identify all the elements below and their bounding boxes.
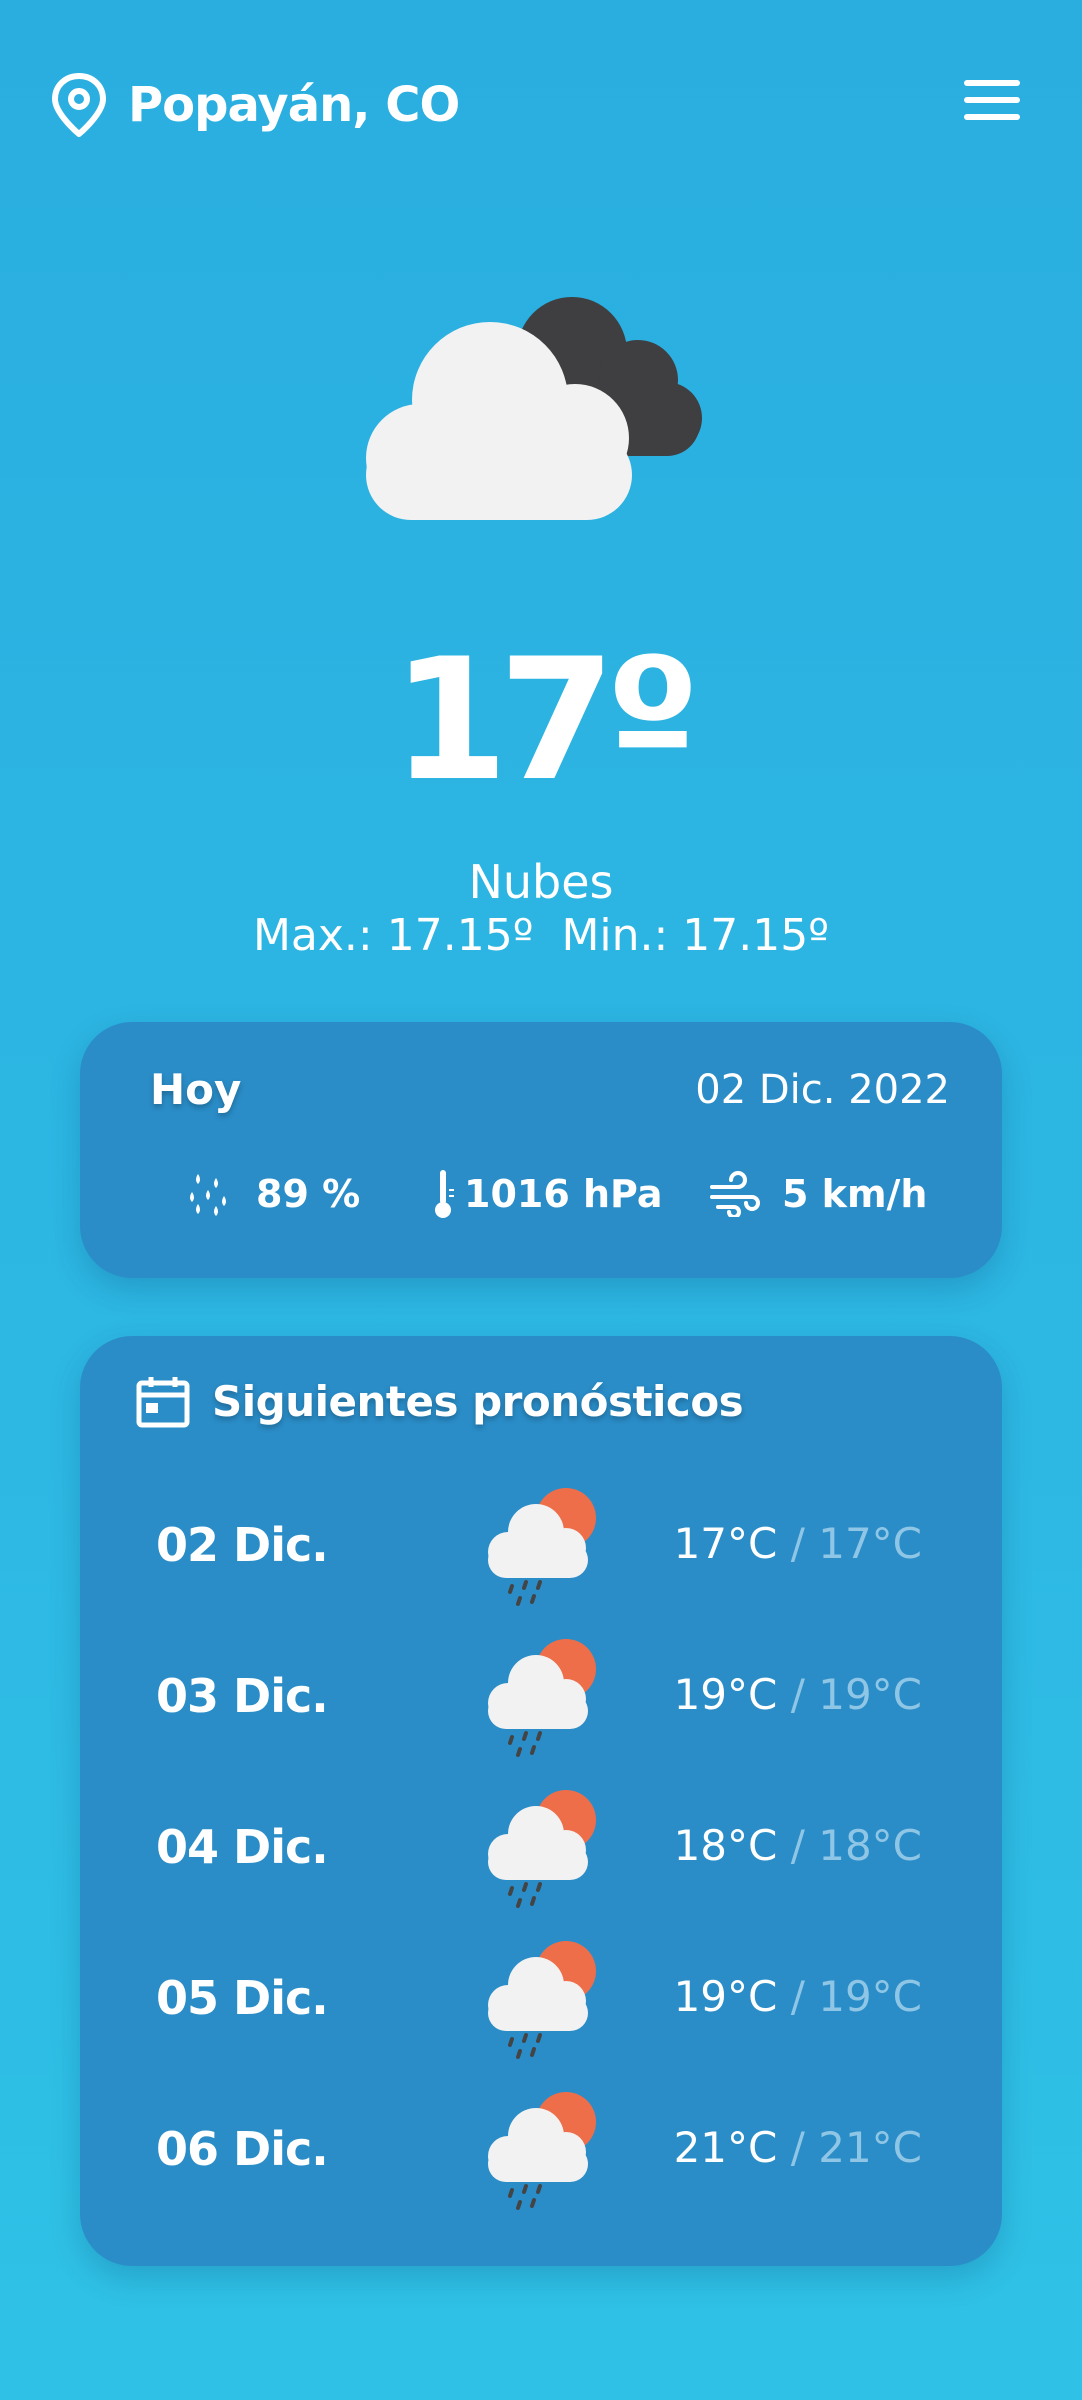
- forecast-separator: /: [790, 2123, 805, 2172]
- forecast-low: 19°C: [818, 1670, 922, 1719]
- forecast-day: 04 Dic.: [156, 1820, 329, 1874]
- forecast-temperature: 19°C / 19°C: [674, 1967, 922, 2027]
- forecast-separator: /: [790, 1519, 805, 1568]
- forecast-high: 19°C: [673, 1972, 778, 2021]
- forecast-row: 04 Dic. 18°C / 18°C: [80, 1782, 1002, 1912]
- city-name: Popayán, CO: [128, 77, 460, 133]
- forecast-separator: /: [790, 1972, 805, 2021]
- wind-stat: 5 km/h: [708, 1164, 927, 1224]
- forecast-low: 21°C: [818, 2123, 922, 2172]
- rain-sun-icon: [488, 1941, 596, 2059]
- forecast-separator: /: [790, 1670, 805, 1719]
- forecast-separator: /: [790, 1821, 805, 1870]
- thermometer-icon: [435, 1170, 454, 1218]
- forecast-temperature: 21°C / 21°C: [674, 2118, 922, 2178]
- forecast-high: 18°C: [673, 1821, 778, 1870]
- forecast-day: 06 Dic.: [156, 2122, 329, 2176]
- forecast-header: Siguientes pronósticos: [136, 1372, 744, 1432]
- forecast-title: Siguientes pronósticos: [212, 1377, 744, 1426]
- forecast-day: 03 Dic.: [156, 1669, 329, 1723]
- forecast-high: 19°C: [673, 1670, 778, 1719]
- forecast-row: 02 Dic. 17°C / 17°C: [80, 1480, 1002, 1610]
- rain-sun-icon: [488, 1790, 596, 1908]
- pressure-value: 1016 hPa: [464, 1172, 663, 1216]
- min-max-temperature: Max.: 17.15º Min.: 17.15º: [0, 908, 1082, 964]
- forecast-temperature: 18°C / 18°C: [674, 1816, 922, 1876]
- app-header: Popayán, CO: [0, 0, 1082, 210]
- forecast-high: 17°C: [673, 1519, 778, 1568]
- forecast-temperature: 17°C / 17°C: [674, 1514, 922, 1574]
- forecast-temperature: 19°C / 19°C: [674, 1665, 922, 1725]
- map-pin-icon: [52, 73, 106, 137]
- hamburger-menu-icon[interactable]: [964, 80, 1020, 128]
- humidity-stat: 89 %: [188, 1164, 360, 1224]
- max-temperature: Max.: 17.15º: [252, 910, 534, 961]
- forecast-row: 03 Dic. 19°C / 19°C: [80, 1631, 1002, 1761]
- current-temperature: 17º: [391, 622, 701, 818]
- humidity-icon: [190, 1174, 226, 1216]
- forecast-day: 02 Dic.: [156, 1518, 329, 1572]
- forecast-high: 21°C: [673, 2123, 778, 2172]
- forecast-row: 06 Dic. 21°C / 21°C: [80, 2084, 1002, 2214]
- rain-sun-icon: [488, 1639, 596, 1757]
- calendar-icon: [136, 1377, 190, 1428]
- today-date: 02 Dic. 2022: [695, 1067, 950, 1113]
- rain-sun-icon: [488, 1488, 596, 1606]
- today-card: Hoy 02 Dic. 2022 89 % 1016 hPa 5 km/h: [80, 1022, 1002, 1278]
- forecast-low: 18°C: [818, 1821, 922, 1870]
- min-temperature: Min.: 17.15º: [561, 910, 830, 961]
- pressure-stat: 1016 hPa: [430, 1164, 663, 1224]
- weather-condition: Nubes: [468, 855, 614, 909]
- wind-icon: [710, 1171, 760, 1217]
- cloudy-icon: [366, 297, 702, 520]
- wind-value: 5 km/h: [782, 1172, 928, 1216]
- forecast-low: 17°C: [818, 1519, 922, 1568]
- forecast-card: Siguientes pronósticos 02 Dic. 17°C / 17…: [80, 1336, 1002, 2266]
- forecast-day: 05 Dic.: [156, 1971, 329, 2025]
- forecast-row: 05 Dic. 19°C / 19°C: [80, 1933, 1002, 2063]
- humidity-value: 89 %: [256, 1172, 361, 1216]
- today-label: Hoy: [150, 1065, 242, 1114]
- forecast-low: 19°C: [818, 1972, 922, 2021]
- rain-sun-icon: [488, 2092, 596, 2210]
